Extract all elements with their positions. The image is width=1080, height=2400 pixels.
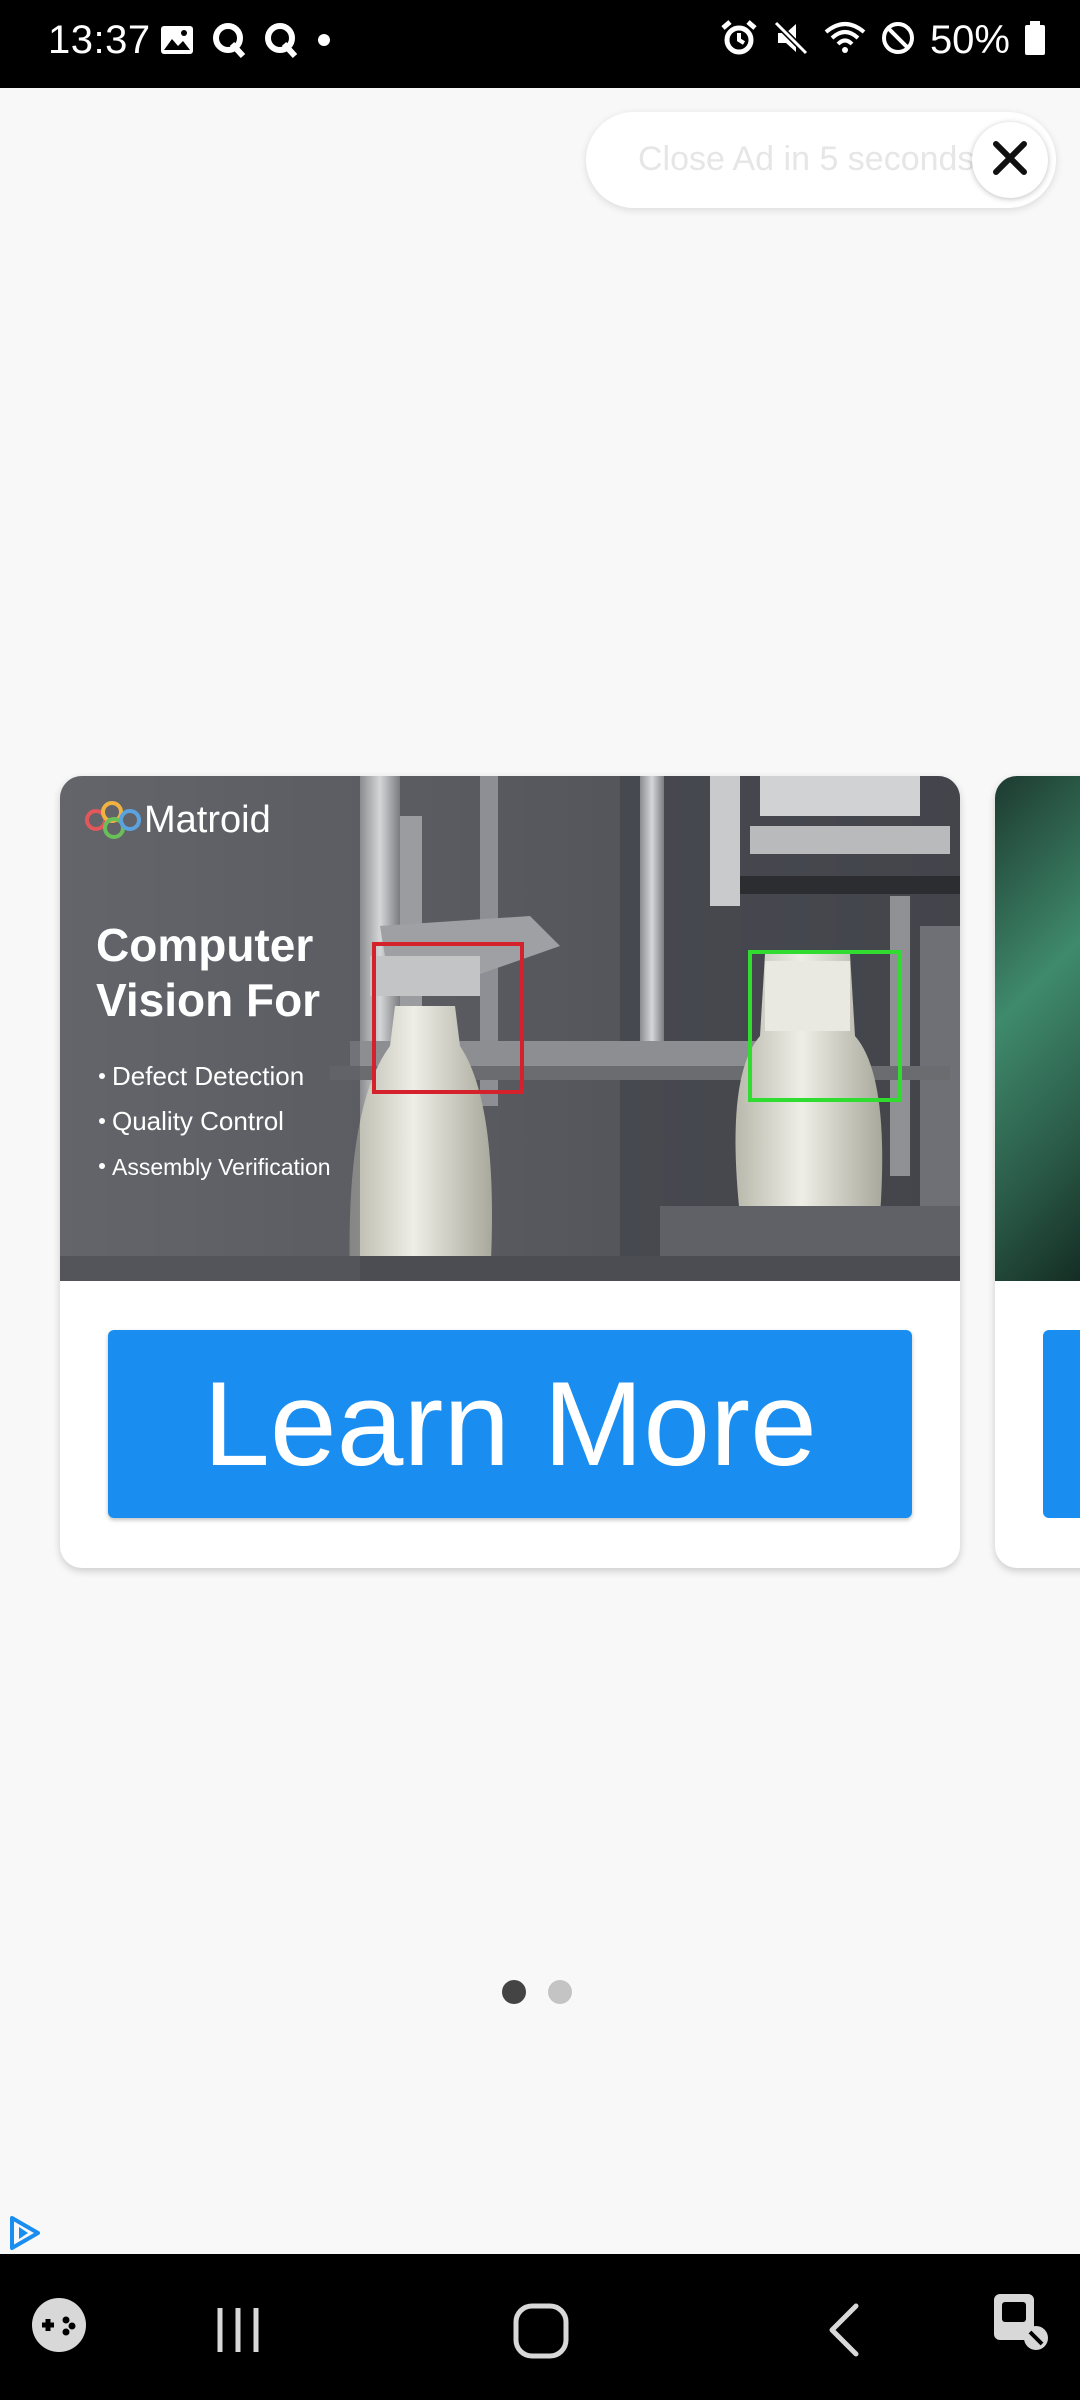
q-app-icon bbox=[264, 22, 298, 63]
ad-image[interactable]: Matroid Computer Vision For Defect Detec… bbox=[60, 776, 960, 1281]
ad-bullet: Defect Detection bbox=[112, 1061, 304, 1091]
carousel-pager bbox=[502, 1980, 572, 2004]
status-bar: 13:37 50% bbox=[0, 0, 1080, 88]
pager-dot-active[interactable] bbox=[502, 1980, 526, 2004]
close-button[interactable] bbox=[972, 122, 1048, 198]
ad-headline-line1: Computer bbox=[96, 919, 313, 971]
next-ad-card[interactable] bbox=[995, 776, 1080, 1568]
navigation-bar bbox=[0, 2254, 1080, 2400]
battery-icon bbox=[1024, 20, 1046, 61]
gallery-icon bbox=[160, 25, 194, 60]
recents-icon[interactable] bbox=[212, 2304, 264, 2361]
do-not-disturb-icon bbox=[880, 20, 916, 61]
status-time: 13:37 bbox=[48, 18, 151, 62]
learn-more-button[interactable]: Learn More bbox=[108, 1330, 912, 1518]
ad-bullet: Quality Control bbox=[112, 1106, 284, 1136]
ad-brand-name: Matroid bbox=[144, 799, 271, 841]
adchoices-icon[interactable] bbox=[6, 2214, 44, 2257]
next-ad-image[interactable] bbox=[995, 776, 1080, 1281]
accessibility-icon[interactable] bbox=[992, 2292, 1058, 2363]
pager-dot[interactable] bbox=[548, 1980, 572, 2004]
dot-icon bbox=[316, 32, 332, 53]
ad-card[interactable]: Matroid Computer Vision For Defect Detec… bbox=[60, 776, 960, 1568]
next-ad-button[interactable] bbox=[1043, 1330, 1080, 1518]
close-icon bbox=[990, 138, 1030, 183]
mute-icon bbox=[772, 19, 810, 62]
game-launcher-icon[interactable] bbox=[30, 2296, 88, 2359]
q-app-icon bbox=[212, 22, 246, 63]
ad-bullet: Assembly Verification bbox=[112, 1154, 331, 1180]
back-icon[interactable] bbox=[818, 2302, 870, 2363]
home-icon[interactable] bbox=[512, 2302, 570, 2365]
alarm-icon bbox=[720, 19, 758, 62]
close-ad-countdown-text: Close Ad in 5 seconds bbox=[638, 140, 975, 178]
battery-percent: 50% bbox=[929, 18, 1010, 62]
wifi-icon bbox=[824, 20, 866, 61]
ad-headline-line2: Vision For bbox=[96, 974, 320, 1026]
